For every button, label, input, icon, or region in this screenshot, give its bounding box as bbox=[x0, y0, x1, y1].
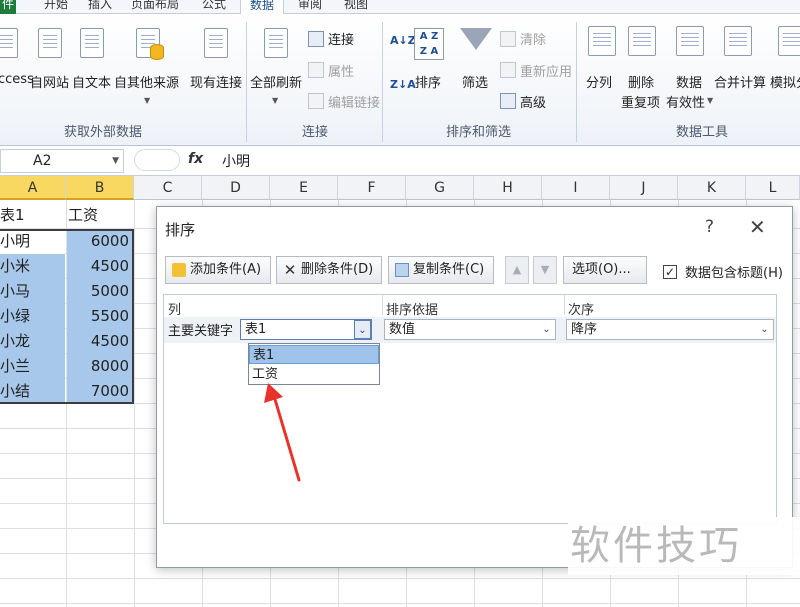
watermark: 软件技巧 bbox=[568, 517, 800, 575]
excel-window: 件 开始 插入 页面布局 公式 数据 审阅 视图 ccess 自网站 自文本 自… bbox=[0, 0, 800, 607]
annotation-arrow bbox=[264, 383, 301, 482]
